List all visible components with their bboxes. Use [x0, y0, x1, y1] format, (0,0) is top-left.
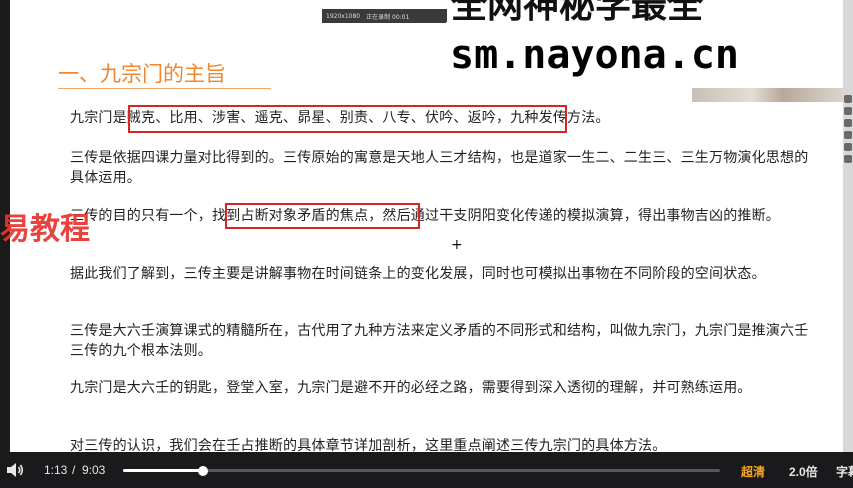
- webcam-thumbnail: [692, 88, 843, 102]
- tool-icon[interactable]: [844, 95, 852, 103]
- section-heading: 一、九宗门的主旨: [58, 62, 226, 86]
- current-time: 1:13: [44, 463, 68, 477]
- volume-icon[interactable]: [6, 462, 24, 478]
- player-control-bar: 1:13 / 9:03 超清 2.0倍 字幕: [0, 452, 853, 488]
- tool-icon[interactable]: [844, 119, 852, 127]
- side-toolbar: [843, 95, 853, 195]
- recording-resolution: 1920x1080: [326, 12, 361, 20]
- paragraph-2: 三传是依据四课力量对比得到的。三传原始的寓意是天地人三才结构，也是道家一生二、二…: [70, 150, 809, 186]
- progress-handle[interactable]: [197, 465, 208, 476]
- total-time: 9:03: [82, 463, 106, 477]
- watermark-url: sm.nayona.cn: [446, 22, 798, 88]
- highlight-box-methods: [128, 105, 567, 133]
- paragraph-5: 三传是大六壬演算课式的精髓所在，古代用了九种方法来定义矛盾的不同形式和结构，叫做…: [70, 323, 809, 359]
- tool-icon[interactable]: [844, 155, 852, 163]
- quality-button[interactable]: 超清: [741, 463, 765, 480]
- subtitle-button[interactable]: 字幕: [836, 463, 853, 480]
- tool-icon[interactable]: [844, 107, 852, 115]
- heading-underline: [58, 88, 271, 89]
- paragraph-3: 三传的目的只有一个，找到占断对象矛盾的焦点，然后通过干支阴阳变化传递的模拟演算，…: [70, 208, 780, 224]
- watermark-left-text: 易教程: [0, 212, 90, 247]
- crosshair-cursor: +: [451, 237, 463, 253]
- recording-toolbar: 1920x1080 正在录制 00:01: [322, 9, 447, 23]
- progress-track[interactable]: [123, 465, 720, 476]
- right-edge: [843, 0, 853, 452]
- tool-icon[interactable]: [844, 131, 852, 139]
- progress-fill: [123, 469, 203, 472]
- time-separator: /: [72, 463, 76, 477]
- tool-icon[interactable]: [844, 143, 852, 151]
- highlight-box-focus: [225, 203, 420, 229]
- recording-label: 正在录制 00:01: [366, 13, 410, 21]
- speed-button[interactable]: 2.0倍: [789, 463, 818, 480]
- video-frame: 1920x1080 正在录制 00:01 一、九宗门的主旨 九宗门是贼克、比用、…: [0, 0, 853, 488]
- paragraph-4: 据此我们了解到，三传主要是讲解事物在时间链条上的变化发展，同时也可模拟出事物在不…: [70, 266, 766, 282]
- paragraph-6: 九宗门是大六壬的钥匙，登堂入室，九宗门是避不开的必经之路，需要得到深入透彻的理解…: [70, 380, 752, 396]
